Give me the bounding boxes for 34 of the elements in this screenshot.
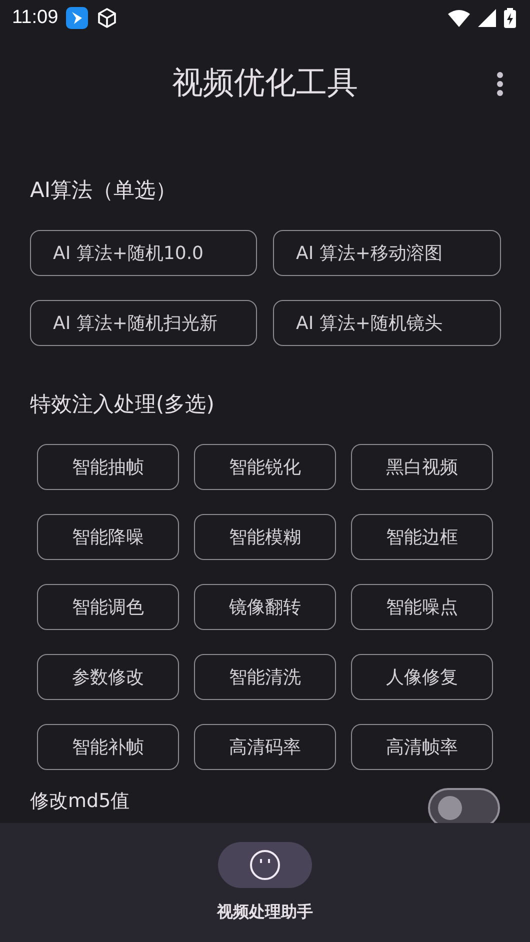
signal-icon bbox=[478, 9, 496, 27]
section-title: 特效注入处理(多选) bbox=[30, 391, 214, 418]
effect-chip[interactable]: 高清帧率 bbox=[351, 724, 493, 770]
algorithm-chip[interactable]: AI 算法+随机10.0 bbox=[30, 230, 257, 276]
effect-chip[interactable]: 高清码率 bbox=[194, 724, 336, 770]
face-icon bbox=[249, 849, 281, 881]
effect-chip[interactable]: 智能清洗 bbox=[194, 654, 336, 700]
effect-chip[interactable]: 智能边框 bbox=[351, 514, 493, 560]
effect-chip[interactable]: 人像修复 bbox=[351, 654, 493, 700]
nav-label[interactable]: 视频处理助手 bbox=[217, 902, 313, 923]
algorithm-chip[interactable]: AI 算法+移动溶图 bbox=[273, 230, 501, 276]
cube-icon bbox=[96, 7, 118, 29]
effect-chip[interactable]: 镜像翻转 bbox=[194, 584, 336, 630]
section-title: AI算法（单选） bbox=[30, 177, 177, 204]
algorithm-chip[interactable]: AI 算法+随机镜头 bbox=[273, 300, 501, 346]
effect-chip[interactable]: 智能抽帧 bbox=[37, 444, 179, 490]
app-title: 视频优化工具 bbox=[172, 64, 358, 103]
toggle-switch[interactable] bbox=[428, 788, 500, 823]
effect-chip[interactable]: 黑白视频 bbox=[351, 444, 493, 490]
setting-label: 修改md5值 bbox=[30, 789, 130, 814]
effect-chip[interactable]: 智能降噪 bbox=[37, 514, 179, 560]
effect-chip[interactable]: 智能补帧 bbox=[37, 724, 179, 770]
effect-chip[interactable]: 智能模糊 bbox=[194, 514, 336, 560]
effect-chip[interactable]: 智能调色 bbox=[37, 584, 179, 630]
status-time: 11:09 bbox=[12, 7, 58, 29]
effect-chip[interactable]: 参数修改 bbox=[37, 654, 179, 700]
effect-chip[interactable]: 智能噪点 bbox=[351, 584, 493, 630]
algorithm-chip[interactable]: AI 算法+随机扫光新 bbox=[30, 300, 257, 346]
more-menu-icon[interactable] bbox=[496, 71, 504, 97]
effect-chip[interactable]: 智能锐化 bbox=[194, 444, 336, 490]
battery-icon bbox=[504, 8, 516, 28]
nav-item-pill[interactable] bbox=[218, 842, 312, 888]
wifi-icon bbox=[448, 9, 470, 27]
app-icon bbox=[66, 7, 88, 29]
